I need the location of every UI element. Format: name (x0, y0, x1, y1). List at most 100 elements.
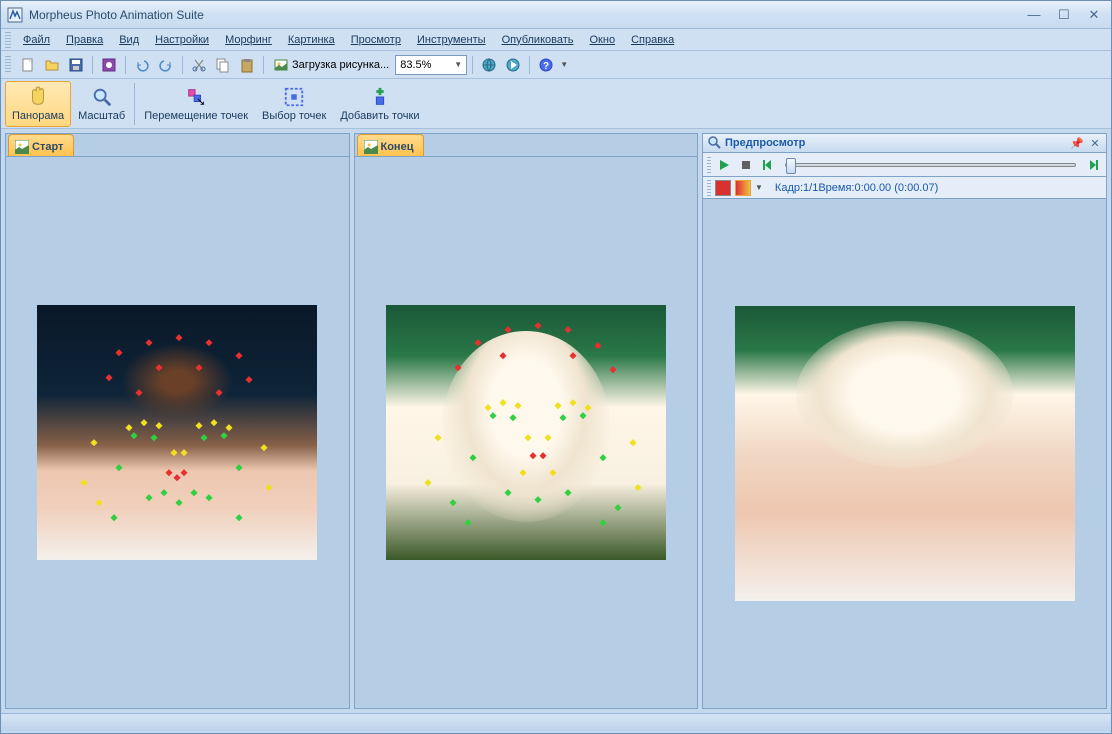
tool-select-points-label: Выбор точек (262, 110, 326, 122)
swatch-dropdown-icon[interactable]: ▼ (755, 183, 763, 192)
menu-publish[interactable]: Опубликовать (494, 32, 582, 48)
tool-move-points-label: Перемещение точек (144, 110, 248, 122)
magnifier-icon (707, 135, 721, 152)
workspace: Старт Конец (1, 129, 1111, 713)
tab-end-label: Конец (381, 141, 414, 153)
toolbar-standard: Загрузка рисунка... 83.5% ▼ ? ▼ (1, 51, 1111, 79)
load-image-button[interactable]: Загрузка рисунка... (269, 54, 393, 76)
web-button[interactable] (478, 54, 500, 76)
step-forward-button[interactable] (1084, 156, 1102, 174)
end-points-overlay (386, 305, 666, 560)
menu-picture[interactable]: Картинка (280, 32, 343, 48)
step-back-button[interactable] (759, 156, 777, 174)
tool-add-points[interactable]: Добавить точки (333, 81, 426, 127)
tab-end[interactable]: Конец (357, 134, 425, 156)
menu-tools[interactable]: Инструменты (409, 32, 494, 48)
toolbar-grip (5, 56, 11, 74)
preview-header: Предпросмотр 📌 ✕ (702, 133, 1107, 153)
toolbar-separator (263, 56, 264, 74)
tool-move-points[interactable]: Перемещение точек (137, 81, 255, 127)
frame-info: Кадр:1/1Время:0:00.00 (0:00.07) (775, 182, 938, 194)
panel-start: Старт (5, 133, 350, 709)
tool-zoom-label: Масштаб (78, 110, 125, 122)
redo-button[interactable] (155, 54, 177, 76)
menu-help[interactable]: Справка (623, 32, 682, 48)
tool-panorama-label: Панорама (12, 110, 64, 122)
menu-file[interactable]: Файл (15, 32, 58, 48)
hand-icon (26, 86, 50, 108)
controls-grip (707, 157, 711, 173)
start-image (37, 305, 317, 560)
preview-playback-controls (702, 153, 1107, 177)
statusbar (1, 713, 1111, 731)
stop-button[interactable] (737, 156, 755, 174)
app-icon (7, 7, 23, 23)
tool-panorama[interactable]: Панорама (5, 81, 71, 127)
preview-info-bar: ▼ Кадр:1/1Время:0:00.00 (0:00.07) (702, 177, 1107, 199)
menu-settings[interactable]: Настройки (147, 32, 217, 48)
zoom-combo[interactable]: 83.5% ▼ (395, 55, 467, 75)
magnifier-icon (90, 86, 114, 108)
toolbar-separator (529, 56, 530, 74)
panel-end-tabs: Конец (355, 134, 698, 156)
picture-icon (364, 140, 378, 154)
window-controls: — ☐ ✕ (1023, 6, 1105, 24)
share-button[interactable] (502, 54, 524, 76)
toolbar-tools: Панорама Масштаб Перемещение точек Выбор… (1, 79, 1111, 129)
color-swatch-morph[interactable] (735, 180, 751, 196)
timeline-slider[interactable] (785, 163, 1076, 167)
panel-start-tabs: Старт (6, 134, 349, 156)
tab-start[interactable]: Старт (8, 134, 74, 156)
zoom-value: 83.5% (400, 59, 431, 71)
menu-preview[interactable]: Просмотр (343, 32, 409, 48)
open-button[interactable] (41, 54, 63, 76)
preview-close-button[interactable]: ✕ (1088, 136, 1102, 150)
picture-icon (15, 140, 29, 154)
slider-thumb[interactable] (786, 158, 796, 174)
add-points-icon (368, 86, 392, 108)
undo-button[interactable] (131, 54, 153, 76)
toolbar-separator (472, 56, 473, 74)
select-points-icon (282, 86, 306, 108)
help-dropdown[interactable]: ▼ (559, 54, 569, 76)
tab-start-label: Старт (32, 141, 63, 153)
help-button[interactable]: ? (535, 54, 557, 76)
info-grip (707, 180, 711, 196)
new-button[interactable] (17, 54, 39, 76)
menu-window[interactable]: Окно (582, 32, 624, 48)
toolbar-separator (182, 56, 183, 74)
pin-button[interactable]: 📌 (1070, 136, 1084, 150)
panel-end-body[interactable] (355, 156, 698, 708)
move-points-icon (184, 86, 208, 108)
menu-edit[interactable]: Правка (58, 32, 111, 48)
toolbar-separator (125, 56, 126, 74)
end-image (386, 305, 666, 560)
menu-morph[interactable]: Морфинг (217, 32, 280, 48)
maximize-button[interactable]: ☐ (1053, 6, 1075, 24)
menu-view[interactable]: Вид (111, 32, 147, 48)
app-title: Morpheus Photo Animation Suite (29, 8, 1023, 22)
tool-select-points[interactable]: Выбор точек (255, 81, 333, 127)
preview-image-area[interactable] (702, 199, 1107, 709)
close-button[interactable]: ✕ (1083, 6, 1105, 24)
tool-separator (134, 83, 135, 125)
toolbar-separator (92, 56, 93, 74)
tool-add-points-label: Добавить точки (340, 110, 419, 122)
titlebar: Morpheus Photo Animation Suite — ☐ ✕ (1, 1, 1111, 29)
load-image-label: Загрузка рисунка... (292, 59, 389, 71)
minimize-button[interactable]: — (1023, 6, 1045, 24)
render-button[interactable] (98, 54, 120, 76)
panel-start-body[interactable] (6, 156, 349, 708)
color-swatch-start[interactable] (715, 180, 731, 196)
tool-zoom[interactable]: Масштаб (71, 81, 132, 127)
menubar-grip (5, 32, 11, 48)
menubar: Файл Правка Вид Настройки Морфинг Картин… (1, 29, 1111, 51)
play-button[interactable] (715, 156, 733, 174)
paste-button[interactable] (236, 54, 258, 76)
save-button[interactable] (65, 54, 87, 76)
start-points-overlay (37, 305, 317, 560)
copy-button[interactable] (212, 54, 234, 76)
preview-result-image (735, 306, 1075, 601)
cut-button[interactable] (188, 54, 210, 76)
panel-end: Конец (354, 133, 699, 709)
